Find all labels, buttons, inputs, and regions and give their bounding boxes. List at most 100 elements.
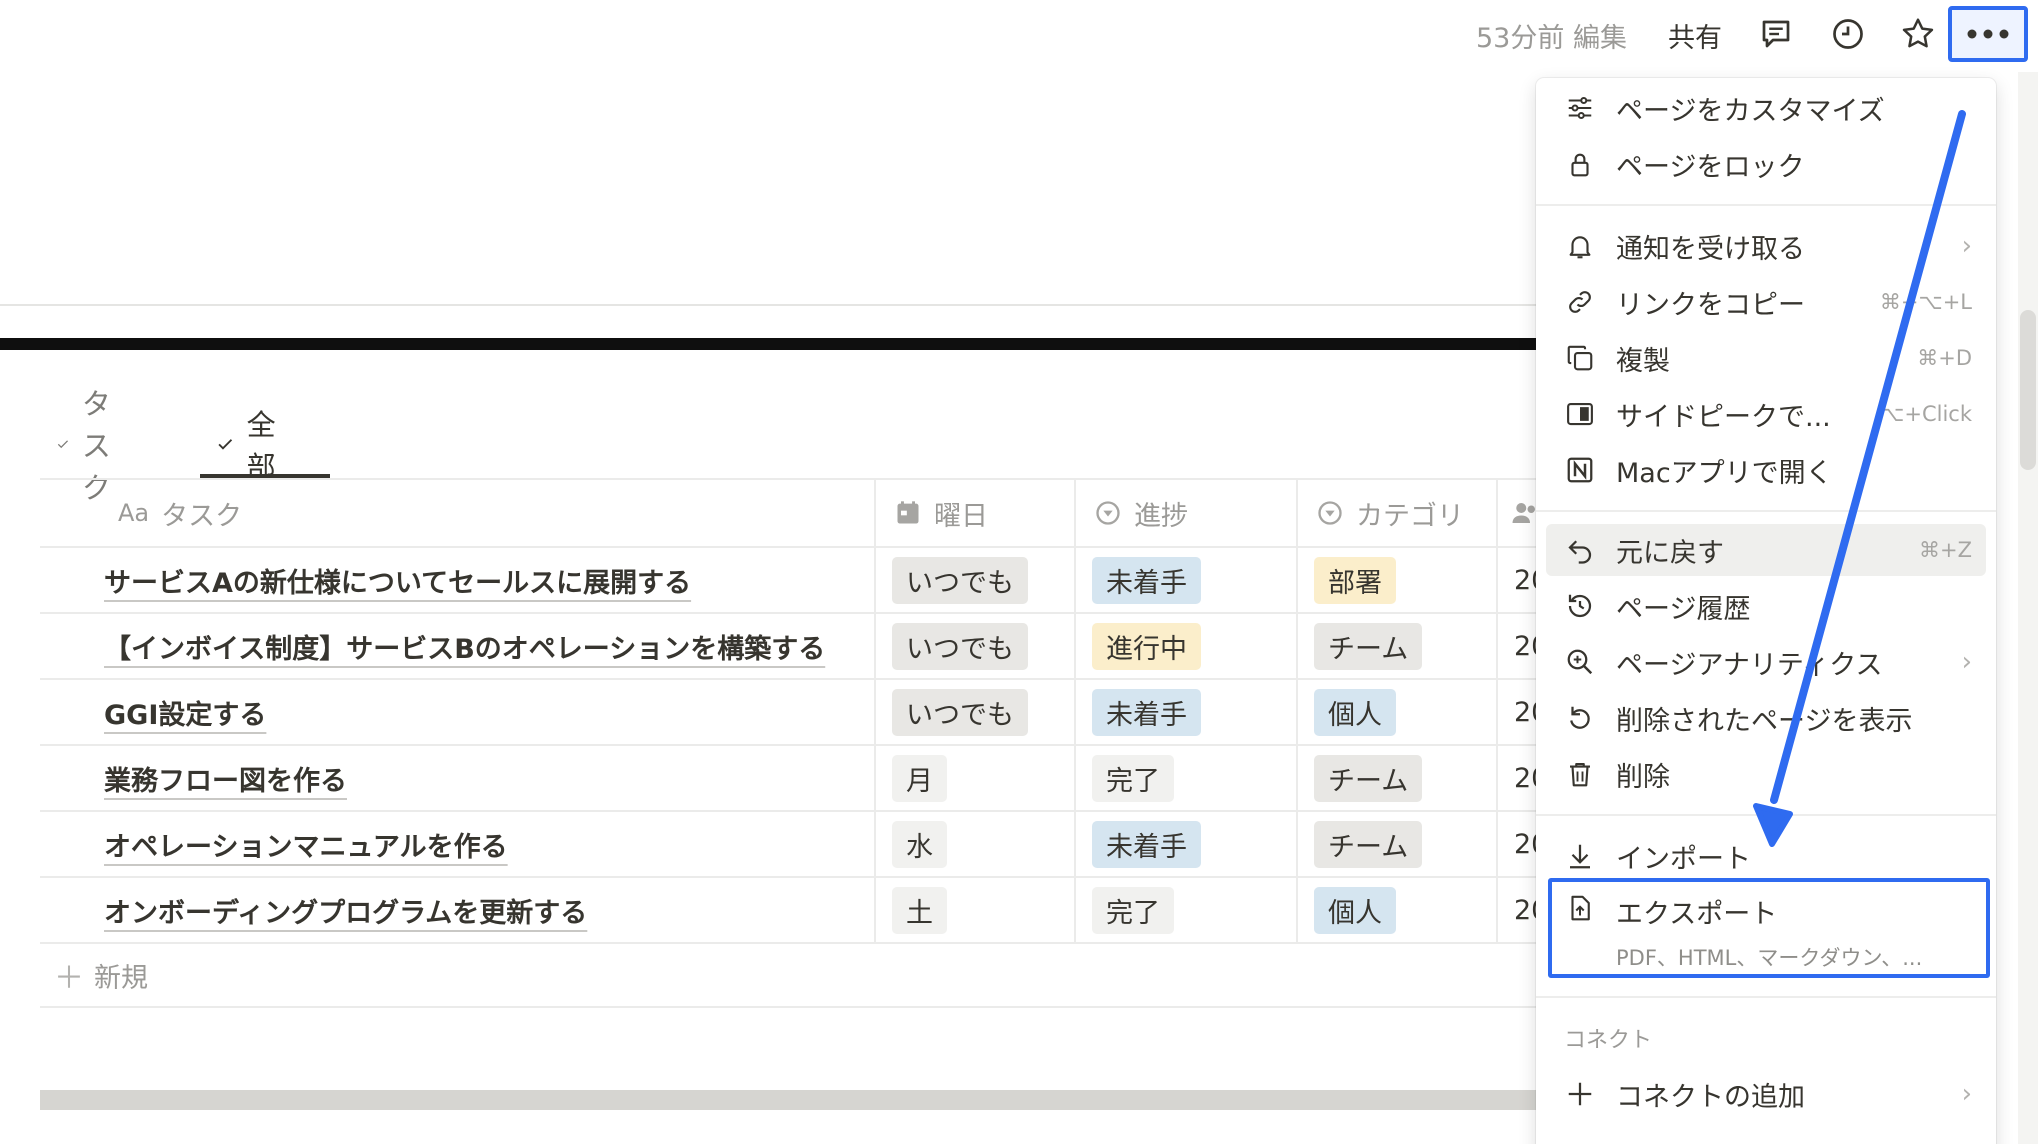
table-row[interactable]: オペレーションマニュアルを作る水未着手 チーム 20 <box>40 810 1548 876</box>
column-divider <box>874 548 876 612</box>
menu-item-deleted-pages[interactable]: 削除されたページを表示 <box>1546 692 1986 744</box>
category-cell[interactable]: チーム <box>1314 746 1423 810</box>
task-title[interactable]: 【インボイス制度】サービスBのオペレーションを構築する <box>104 627 825 666</box>
task-cell[interactable]: 【インボイス制度】サービスBのオペレーションを構築する <box>104 614 825 678</box>
vertical-scrollbar-thumb[interactable] <box>2020 310 2036 470</box>
column-divider <box>874 812 876 876</box>
category-cell[interactable]: チーム <box>1314 614 1423 678</box>
menu-item-customize[interactable]: ページをカスタマイズ <box>1546 82 1986 134</box>
new-row-button[interactable]: ＋ 新規 <box>40 942 1540 1008</box>
menu-label: ページ履歴 <box>1616 593 1751 625</box>
menu-label: 削除 <box>1616 761 1670 793</box>
share-button[interactable]: 共有 <box>1668 16 1722 55</box>
day-cell[interactable]: 水 <box>892 812 947 876</box>
vertical-scrollbar-track[interactable] <box>2018 72 2038 1144</box>
menu-item-add-connect[interactable]: コネクトの追加 › <box>1546 1068 1986 1120</box>
bell-icon <box>1562 228 1598 264</box>
table-row[interactable]: 【インボイス制度】サービスBのオペレーションを構築する いつでも 進行中 チーム 20 <box>40 612 1548 678</box>
plus-icon <box>1562 1076 1598 1112</box>
menu-item-side-peek[interactable]: サイドピークで... ⌥+Click <box>1546 388 1986 440</box>
column-divider <box>1496 812 1498 876</box>
progress-cell[interactable]: 未着手 <box>1092 680 1201 744</box>
header-label: 進捗 <box>1134 500 1188 532</box>
divider <box>0 304 1540 306</box>
category-cell[interactable]: 個人 <box>1314 878 1396 942</box>
menu-item-duplicate[interactable]: 複製 ⌘+D <box>1546 332 1986 384</box>
menu-label: コネクトの追加 <box>1616 1081 1805 1113</box>
header-category[interactable]: カテゴリ <box>1316 480 1464 546</box>
star-icon[interactable] <box>1898 14 1938 54</box>
undo-icon <box>1562 532 1598 568</box>
day-cell[interactable]: いつでも <box>892 548 1028 612</box>
day-cell[interactable]: いつでも <box>892 614 1028 678</box>
progress-tag: 未着手 <box>1092 688 1201 736</box>
text-type-icon: Aa <box>118 499 150 527</box>
task-title[interactable]: GGI設定する <box>104 693 266 732</box>
progress-cell[interactable]: 進行中 <box>1092 614 1201 678</box>
header-progress[interactable]: 進捗 <box>1094 480 1188 546</box>
task-cell[interactable]: GGI設定する <box>104 680 266 744</box>
category-cell[interactable]: 部署 <box>1314 548 1396 612</box>
menu-item-history[interactable]: ページ履歴 <box>1546 580 1986 632</box>
column-divider <box>1296 614 1298 678</box>
task-title[interactable]: 業務フロー図を作る <box>104 759 347 798</box>
lock-icon <box>1562 146 1598 182</box>
menu-item-copy-link[interactable]: リンクをコピー ⌘+⌥+L <box>1546 276 1986 328</box>
top-bar: 53分前 編集 共有 <box>0 0 2038 72</box>
category-cell[interactable]: 個人 <box>1314 680 1396 744</box>
day-tag: 土 <box>892 886 947 934</box>
header-task[interactable]: Aa タスク <box>118 480 242 546</box>
task-title[interactable]: オンボーディングプログラムを更新する <box>104 891 587 930</box>
menu-item-undo[interactable]: 元に戻す ⌘+Z <box>1546 524 1986 576</box>
task-cell[interactable]: サービスAの新仕様についてセールスに展開する <box>104 548 691 612</box>
day-cell[interactable]: 土 <box>892 878 947 942</box>
header-label: 曜日 <box>934 500 988 532</box>
column-divider <box>1296 746 1298 810</box>
column-divider <box>1074 480 1076 546</box>
category-tag: チーム <box>1314 820 1423 868</box>
task-cell[interactable]: オペレーションマニュアルを作る <box>104 812 508 876</box>
day-tag: いつでも <box>892 622 1028 670</box>
table-body: サービスAの新仕様についてセールスに展開する いつでも 未着手 部署 20 【インボイス制… <box>40 546 1548 942</box>
comment-icon[interactable] <box>1756 14 1796 54</box>
menu-label: サイドピークで... <box>1616 401 1831 433</box>
category-cell[interactable]: チーム <box>1314 812 1423 876</box>
menu-item-analytics[interactable]: ページアナリティクス › <box>1546 636 1986 688</box>
column-divider <box>874 614 876 678</box>
menu-separator <box>1536 204 1996 206</box>
task-title[interactable]: オペレーションマニュアルを作る <box>104 825 508 864</box>
menu-item-notify[interactable]: 通知を受け取る › <box>1546 220 1986 272</box>
header-day[interactable]: 曜日 <box>894 480 988 546</box>
tab-task[interactable]: タスク <box>56 387 125 505</box>
task-title[interactable]: サービスAの新仕様についてセールスに展開する <box>104 561 691 600</box>
table-row[interactable]: GGI設定する いつでも 未着手 個人 20 <box>40 678 1548 744</box>
history-icon <box>1562 588 1598 624</box>
table-row[interactable]: サービスAの新仕様についてセールスに展開する いつでも 未着手 部署 20 <box>40 546 1548 612</box>
day-cell[interactable]: いつでも <box>892 680 1028 744</box>
clock-icon[interactable] <box>1828 14 1868 54</box>
side-peek-icon <box>1562 396 1598 432</box>
new-row-label: 新規 <box>94 962 148 994</box>
zoom-analytics-icon <box>1562 644 1598 680</box>
tab-all[interactable]: 全部 <box>216 408 285 484</box>
more-button[interactable] <box>1948 6 2028 62</box>
menu-item-import[interactable]: インポート <box>1546 830 1986 882</box>
day-cell[interactable]: 月 <box>892 746 947 810</box>
horizontal-scrollbar[interactable] <box>40 1090 1540 1110</box>
menu-item-lock[interactable]: ページをロック <box>1546 138 1986 190</box>
menu-label: ページアナリティクス <box>1616 649 1883 681</box>
progress-cell[interactable]: 完了 <box>1092 878 1174 942</box>
progress-cell[interactable]: 完了 <box>1092 746 1174 810</box>
menu-label: 元に戻す <box>1616 537 1724 569</box>
table-row[interactable]: 業務フロー図を作る月完了 チーム 20 <box>40 744 1548 810</box>
table-row[interactable]: オンボーディングプログラムを更新する土完了 個人 20 <box>40 876 1548 942</box>
task-cell[interactable]: 業務フロー図を作る <box>104 746 347 810</box>
progress-cell[interactable]: 未着手 <box>1092 812 1201 876</box>
progress-tag: 完了 <box>1092 754 1174 802</box>
select-icon <box>1318 501 1342 525</box>
menu-item-delete[interactable]: 削除 <box>1546 748 1986 800</box>
task-cell[interactable]: オンボーディングプログラムを更新する <box>104 878 587 942</box>
menu-item-mac-app[interactable]: Macアプリで開く <box>1546 444 1986 496</box>
chevron-right-icon: › <box>1961 231 1972 261</box>
progress-cell[interactable]: 未着手 <box>1092 548 1201 612</box>
